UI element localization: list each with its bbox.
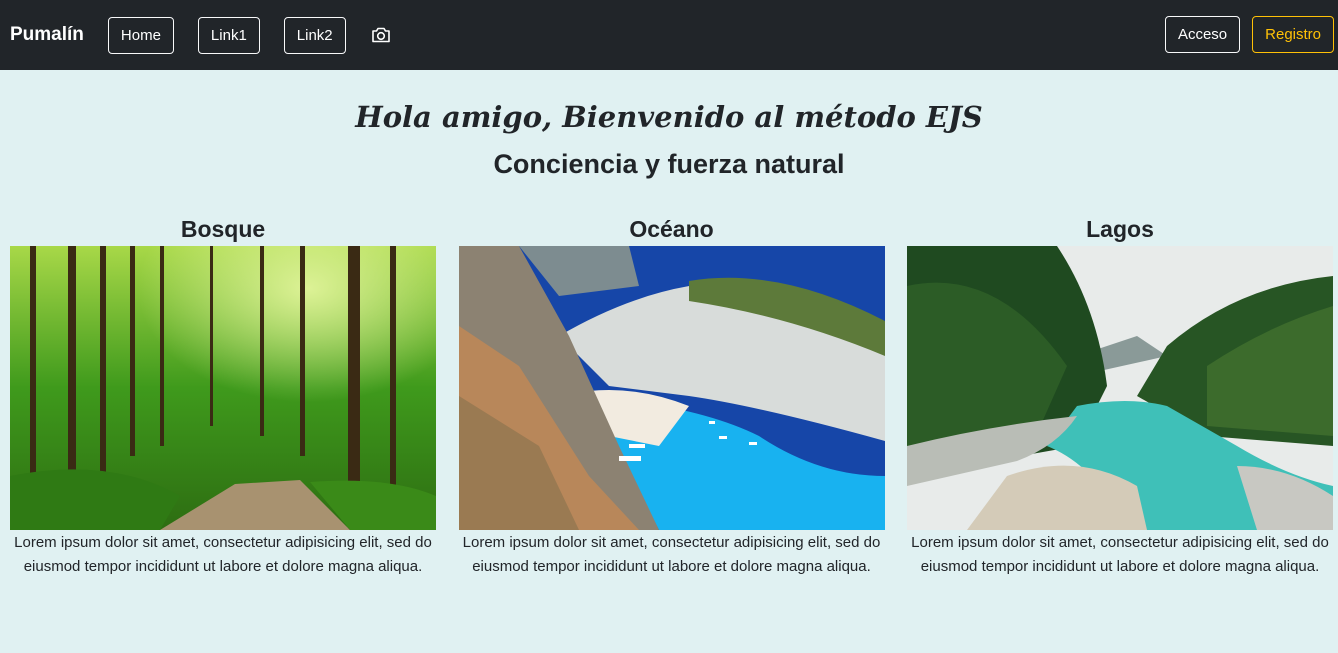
forest-path-image [10,246,436,530]
login-button[interactable]: Acceso [1164,16,1241,53]
card-lagos: Lagos Lorem ipsum dolor sit amet, consec… [907,212,1333,579]
welcome-heading: Hola amigo, Bienvenido al método EJS [355,100,983,134]
card-bosque: Bosque Lorem ipsum dolor sit amet, conse… [10,212,436,579]
auth-buttons: Acceso Registro [1153,16,1334,53]
brand-logo[interactable]: Pumalín [10,24,84,46]
cards-row: Bosque Lorem ipsum dolor sit amet, conse… [0,212,1338,579]
card-title: Bosque [180,216,266,242]
card-description: Lorem ipsum dolor sit amet, consectetur … [462,534,881,575]
card-title: Lagos [1086,216,1154,242]
card-description: Lorem ipsum dolor sit amet, consectetur … [14,534,432,575]
nav-home-button[interactable]: Home [107,16,174,54]
nav-link2-button[interactable]: Link2 [283,16,346,54]
navbar: Pumalín Home Link1 Link2 Acceso Registro [0,0,1338,70]
card-description: Lorem ipsum dolor sit amet, consectetur … [911,534,1329,575]
river-lake-image [907,246,1333,530]
card-oceano: Océano Lorem ipsum dolor sit amet, conse… [458,212,885,579]
ocean-cove-image [458,246,885,530]
subtitle-heading: Conciencia y fuerza natural [493,149,845,179]
camera-icon[interactable] [370,24,392,46]
nav-link1-button[interactable]: Link1 [197,16,260,54]
card-title: Océano [629,216,714,242]
register-button[interactable]: Registro [1252,16,1334,53]
